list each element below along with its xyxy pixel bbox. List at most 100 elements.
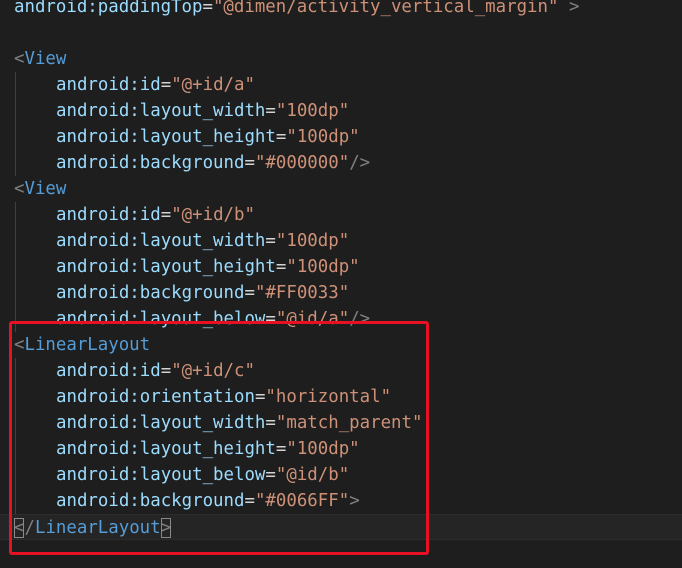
token-bracket: /> xyxy=(349,309,371,329)
code-text: android:paddingTop="@dimen/activity_vert… xyxy=(14,0,579,20)
token-bracket: < xyxy=(14,335,25,355)
token-eq: = xyxy=(265,413,276,433)
code-line[interactable]: android:paddingTop="@dimen/activity_vert… xyxy=(0,0,682,20)
indent-guide xyxy=(15,410,16,436)
indent-guide xyxy=(15,150,16,176)
code-line[interactable]: android:layout_width="match_parent" xyxy=(0,410,682,436)
code-editor[interactable]: android:paddingTop="@dimen/activity_vert… xyxy=(0,0,682,568)
token-eq: = xyxy=(275,439,287,459)
token-attr: android:id xyxy=(56,361,161,381)
token-eq: = xyxy=(265,309,276,329)
token-eq: = xyxy=(160,205,172,225)
token-bracket: < xyxy=(14,518,25,538)
token-attr: android:layout_height xyxy=(56,257,276,277)
code-text: android:id="@+id/c" xyxy=(56,358,255,384)
code-text: android:layout_below="@id/b" xyxy=(56,462,349,488)
token-attr: android:layout_width xyxy=(56,101,266,121)
token-attr: android:layout_below xyxy=(56,465,266,485)
token-attr: android:background xyxy=(56,491,245,511)
token-eq: = xyxy=(244,491,255,511)
code-line[interactable]: android:background="#FF0033" xyxy=(0,280,682,306)
token-tag: View xyxy=(24,49,67,69)
code-text: android:layout_height="100dp" xyxy=(56,124,360,150)
indent-guide xyxy=(15,98,16,124)
token-eq: = xyxy=(275,127,287,147)
token-str: "100dp" xyxy=(286,127,360,147)
code-line[interactable]: android:background="#000000"/> xyxy=(0,150,682,176)
token-attr: android:background xyxy=(56,153,245,173)
token-bracket: / xyxy=(24,518,35,538)
indent-guide xyxy=(15,462,16,488)
code-line[interactable]: android:id="@+id/b" xyxy=(0,202,682,228)
token-eq: = xyxy=(160,75,172,95)
token-str: "@+id/c" xyxy=(171,361,255,381)
token-str: "#000000" xyxy=(254,153,350,173)
indent-guide xyxy=(15,228,16,254)
code-text: </LinearLayout> xyxy=(14,515,172,541)
code-text: android:background="#000000"/> xyxy=(56,150,370,176)
code-line[interactable]: android:layout_width="100dp" xyxy=(0,98,682,124)
code-text: android:id="@+id/a" xyxy=(56,72,255,98)
code-line[interactable]: android:layout_height="100dp" xyxy=(0,124,682,150)
token-eq: = xyxy=(265,231,276,251)
code-text: android:layout_height="100dp" xyxy=(56,254,360,280)
code-text: <LinearLayout xyxy=(14,332,150,358)
token-bracket: < xyxy=(14,179,25,199)
code-line[interactable]: android:id="@+id/a" xyxy=(0,72,682,98)
token-eq: = xyxy=(244,283,255,303)
code-line[interactable]: <LinearLayout xyxy=(0,332,682,358)
code-text: android:layout_width="100dp" xyxy=(56,98,349,124)
token-eq: = xyxy=(202,0,213,17)
code-line[interactable] xyxy=(0,20,682,46)
token-tag: LinearLayout xyxy=(34,518,161,538)
token-bracket: > xyxy=(558,0,580,17)
token-str: "@id/b" xyxy=(275,465,350,485)
code-text: <View xyxy=(14,46,66,72)
code-line[interactable]: android:orientation="horizontal" xyxy=(0,384,682,410)
code-text: android:orientation="horizontal" xyxy=(56,384,391,410)
code-text: android:layout_below="@id/a"/> xyxy=(56,306,370,332)
token-attr: android:layout_width xyxy=(56,413,266,433)
token-str: "100dp" xyxy=(275,231,350,251)
token-bracket: /> xyxy=(349,153,371,173)
indent-guide xyxy=(15,202,16,228)
code-line[interactable]: android:background="#0066FF"> xyxy=(0,488,682,514)
token-bracket: > xyxy=(349,491,360,511)
indent-guide xyxy=(15,488,16,514)
indent-guide xyxy=(15,124,16,150)
indent-guide xyxy=(15,436,16,462)
token-attr: android:id xyxy=(56,75,161,95)
token-attr: android:paddingTop xyxy=(14,0,203,17)
code-text: android:layout_width="match_parent" xyxy=(56,410,422,436)
token-eq: = xyxy=(275,257,287,277)
code-text: <View xyxy=(14,176,66,202)
token-attr: android:background xyxy=(56,283,245,303)
code-text: android:background="#FF0033" xyxy=(56,280,349,306)
token-tag: LinearLayout xyxy=(24,335,151,355)
code-line[interactable]: android:layout_height="100dp" xyxy=(0,436,682,462)
token-eq: = xyxy=(265,101,276,121)
token-eq: = xyxy=(265,465,276,485)
code-text: android:id="@+id/b" xyxy=(56,202,255,228)
indent-guide xyxy=(15,384,16,410)
token-attr: android:layout_width xyxy=(56,231,266,251)
indent-guide xyxy=(15,306,16,332)
code-text: android:background="#0066FF"> xyxy=(56,488,360,514)
token-bracket: > xyxy=(160,518,172,538)
code-line[interactable]: android:layout_height="100dp" xyxy=(0,254,682,280)
code-line[interactable]: <View xyxy=(0,46,682,72)
code-line[interactable]: android:id="@+id/c" xyxy=(0,358,682,384)
token-str: "100dp" xyxy=(286,439,360,459)
token-str: "@+id/b" xyxy=(171,205,255,225)
code-text: android:layout_height="100dp" xyxy=(56,436,360,462)
code-line[interactable]: <View xyxy=(0,176,682,202)
token-bracket: < xyxy=(14,49,25,69)
token-str: "100dp" xyxy=(286,257,360,277)
token-str: "@dimen/activity_vertical_margin" xyxy=(212,0,559,17)
token-str: "@+id/a" xyxy=(171,75,255,95)
token-attr: android:layout_height xyxy=(56,439,276,459)
code-line[interactable]: android:layout_width="100dp" xyxy=(0,228,682,254)
code-line[interactable]: android:layout_below="@id/a"/> xyxy=(0,306,682,332)
code-line[interactable]: android:layout_below="@id/b" xyxy=(0,462,682,488)
code-line-current[interactable]: </LinearLayout> xyxy=(0,514,682,540)
